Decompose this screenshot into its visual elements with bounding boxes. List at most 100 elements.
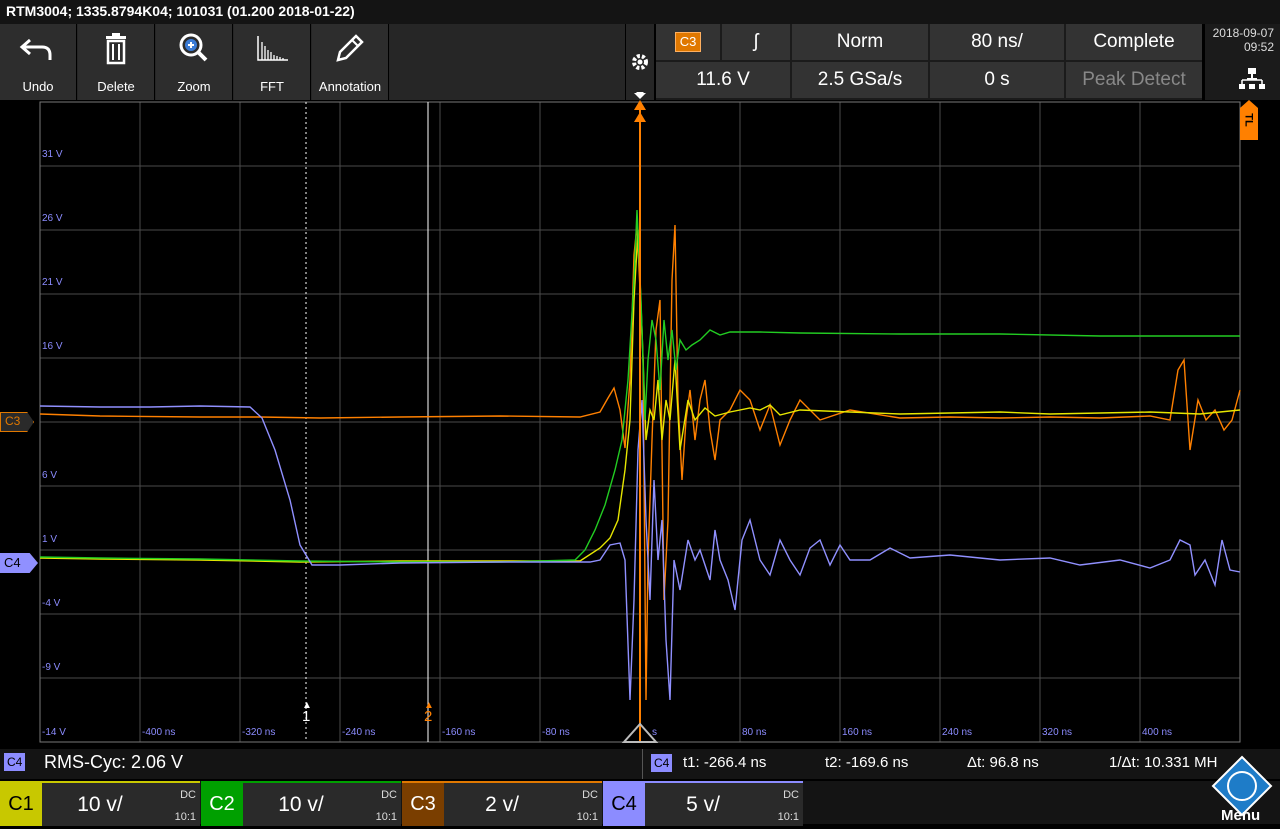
rising-edge-icon: ʃ [753, 31, 759, 52]
undo-label: Undo [22, 79, 54, 94]
channel-2-probe: 10:1 [375, 811, 397, 823]
sample-rate[interactable]: 2.5 GSa/s [792, 62, 928, 98]
x-tick-label: 320 ns [1042, 727, 1072, 738]
channel-4-marker[interactable]: C4 [0, 553, 38, 573]
x-tick-label: 80 ns [742, 727, 766, 738]
trace-c2 [39, 209, 1240, 563]
y-tick-label: 26 V [42, 213, 63, 224]
zoom-button[interactable]: Zoom [156, 24, 233, 100]
trace-c1 [39, 229, 1241, 563]
y-tick-label: 21 V [42, 277, 63, 288]
cursor-t2: t2: -169.6 ns [825, 754, 909, 771]
y-tick-label: 16 V [42, 341, 63, 352]
trigger-mode[interactable]: Norm [792, 24, 928, 60]
toolbar: Undo Delete Zoom FFT Annotation [0, 24, 625, 100]
trigger-source-badge: C3 [674, 31, 702, 52]
cursor-lines [305, 102, 429, 742]
channel-4-tag: C4 [603, 783, 645, 826]
y-tick-label: 6 V [42, 470, 57, 481]
clock: 2018-09-07 09:52 [1205, 24, 1280, 100]
acquisition-mode[interactable]: Peak Detect [1066, 62, 1202, 98]
zoom-label: Zoom [177, 79, 211, 94]
delete-label: Delete [97, 79, 135, 94]
delete-button[interactable]: Delete [78, 24, 155, 100]
cursor-channel-badge: C4 [651, 754, 673, 772]
gear-icon [632, 54, 648, 96]
title-bar: RTM3004; 1335.8794K04; 101031 (01.200 20… [0, 0, 1280, 24]
undo-button[interactable]: Undo [0, 24, 77, 100]
cursor-inverse-delta-t: 1/Δt: 10.331 MH [1109, 754, 1218, 771]
pencil-icon [336, 34, 364, 62]
fft-button[interactable]: FFT [234, 24, 311, 100]
channel-bar: C1 10 v/ DC 10:1 C2 10 v/ DC 10:1 C3 2 v… [0, 755, 1280, 826]
channel-4-scale: 5 v/ [686, 793, 720, 816]
x-tick-label: 160 ns [842, 727, 872, 738]
channel-4-box[interactable]: C4 5 v/ DC 10:1 [603, 781, 803, 826]
cursor-delta-t: Δt: 96.8 ns [967, 754, 1039, 771]
waveform-display: 31 V 26 V 21 V 16 V 6 V 1 V -4 V -9 V -14 V -400 … [39, 93, 1241, 743]
trace-c3 [39, 224, 1241, 701]
acquisition-panel: C3 ʃ Norm 80 ns/ Complete 11.6 V 2.5 GSa… [656, 24, 1202, 100]
channel-2-scale: 10 v/ [278, 793, 324, 816]
cursor-readout[interactable]: C4 t1: -266.4 ns t2: -169.6 ns Δt: 96.8 … [642, 749, 1280, 779]
cursor-2-marker[interactable]: ▲ 2 [421, 700, 435, 726]
channel-1-probe: 10:1 [174, 811, 196, 823]
y-tick-label: 31 V [42, 149, 63, 160]
channel-1-coupling: DC [180, 789, 196, 801]
cursor-1-marker[interactable]: ▲ 1 [299, 700, 313, 726]
channel-2-coupling: DC [381, 789, 397, 801]
x-tick-label: 240 ns [942, 727, 972, 738]
settings-button[interactable] [626, 24, 654, 100]
annotation-button[interactable]: Annotation [312, 24, 389, 100]
channel-2-box[interactable]: C2 10 v/ DC 10:1 [201, 781, 401, 826]
channel-3-box[interactable]: C3 2 v/ DC 10:1 [402, 781, 602, 826]
horizontal-position[interactable]: 0 s [930, 62, 1064, 98]
timebase-scale[interactable]: 80 ns/ [930, 24, 1064, 60]
zoom-icon [179, 33, 208, 62]
trigger-source-cell[interactable]: C3 [656, 24, 720, 60]
waveforms [39, 209, 1241, 701]
acquisition-state[interactable]: Complete [1066, 24, 1202, 60]
rms-measurement[interactable]: RMS-Cyc: 2.06 V [44, 752, 183, 773]
graticule [39, 101, 1241, 743]
measurement-channel-badge[interactable]: C4 [4, 753, 26, 771]
cursor-t1: t1: -266.4 ns [683, 754, 767, 771]
x-tick-label: 400 ns [1142, 727, 1172, 738]
trigger-level-marker[interactable]: TL [1240, 100, 1258, 140]
trigger-marker [621, 93, 659, 743]
channel-3-tag: C3 [402, 783, 444, 826]
fft-label: FFT [260, 79, 284, 94]
x-tick-label: -80 ns [542, 727, 570, 738]
channel-4-coupling: DC [783, 789, 799, 801]
menu-button[interactable]: Menu [1205, 749, 1280, 824]
channel-2-tag: C2 [201, 783, 243, 826]
axis-labels: 31 V 26 V 21 V 16 V 6 V 1 V -4 V -9 V -14 V -400 … [42, 149, 1172, 738]
channel-1-scale: 10 v/ [77, 793, 123, 816]
x-tick-label: s [652, 727, 657, 738]
network-icon [1239, 68, 1265, 89]
x-tick-label: -160 ns [442, 727, 475, 738]
channel-3-coupling: DC [582, 789, 598, 801]
trigger-slope[interactable]: ʃ [722, 24, 790, 60]
y-tick-label: 1 V [42, 534, 57, 545]
x-tick-label: -320 ns [242, 727, 275, 738]
y-tick-label: -14 V [42, 727, 66, 738]
y-tick-label: -9 V [42, 662, 61, 673]
x-tick-label: -240 ns [342, 727, 375, 738]
trace-c4 [39, 399, 1241, 701]
channel-1-box[interactable]: C1 10 v/ DC 10:1 [0, 781, 200, 826]
channel-3-probe: 10:1 [576, 811, 598, 823]
graticule-frame [39, 101, 1241, 743]
channel-3-scale: 2 v/ [485, 793, 519, 816]
fft-icon [257, 36, 288, 61]
annotation-label: Annotation [318, 79, 382, 94]
trigger-level[interactable]: 11.6 V [656, 62, 790, 98]
instrument-title: RTM3004; 1335.8794K04; 101031 (01.200 20… [6, 3, 355, 19]
x-tick-label: -400 ns [142, 727, 175, 738]
undo-icon [19, 38, 52, 60]
measurement-bar: C4 RMS-Cyc: 2.06 V C4 t1: -266.4 ns t2: … [0, 749, 1280, 779]
y-tick-label: -4 V [42, 598, 61, 609]
trash-icon [106, 33, 126, 65]
channel-4-probe: 10:1 [777, 811, 799, 823]
channel-3-marker[interactable]: C3 [0, 412, 34, 432]
